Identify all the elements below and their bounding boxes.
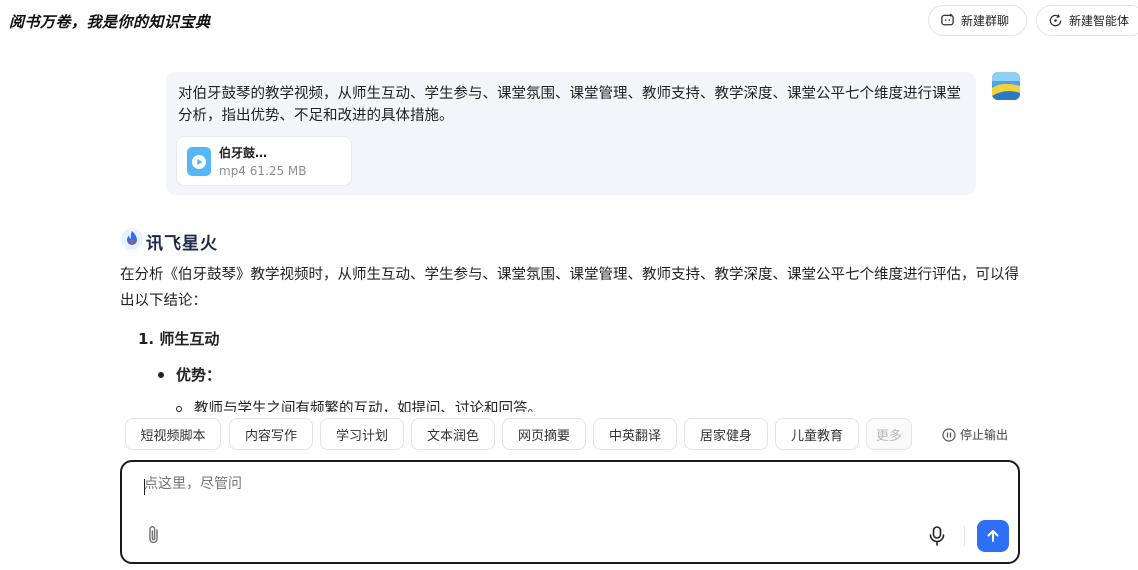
divider [964, 526, 965, 546]
new-agent-label: 新建智能体 [1069, 14, 1130, 28]
attach-icon[interactable] [144, 524, 164, 546]
attached-file-card[interactable]: 伯牙鼓… mp4 61.25 MB [176, 136, 352, 186]
new-group-chat-label: 新建群聊 [961, 14, 1010, 28]
chat-input[interactable] [144, 476, 744, 492]
file-meta: mp4 61.25 MB [219, 164, 307, 178]
answer-intro: 在分析《伯牙鼓琴》教学视频时，从师生互动、学生参与、课堂氛围、课堂管理、教师支持… [120, 267, 1019, 309]
chat-input-box [120, 460, 1020, 564]
chip-text-polish[interactable]: 文本润色 [411, 418, 495, 450]
stop-output-label: 停止输出 [960, 428, 1009, 442]
sub-bullet-text: 教师与学生之间有频繁的互动，如提问、讨论和回答。 [194, 401, 542, 412]
send-button[interactable] [977, 520, 1009, 552]
chip-home-fitness[interactable]: 居家健身 [684, 418, 768, 450]
video-file-icon [187, 147, 211, 176]
file-name: 伯牙鼓… [219, 146, 268, 160]
user-avatar[interactable] [992, 72, 1020, 100]
bullet-dot-icon [158, 372, 164, 378]
answer-sub-item: 教师与学生之间有频繁的互动，如提问、讨论和回答。 [176, 396, 542, 412]
agent-icon [1047, 13, 1063, 29]
chip-more[interactable]: 更多 [866, 418, 912, 450]
bullet-text: 优势： [176, 366, 222, 384]
arrow-up-icon [985, 528, 1001, 544]
chip-content-writing[interactable]: 内容写作 [229, 418, 313, 450]
chip-web-summary[interactable]: 网页摘要 [502, 418, 586, 450]
pause-icon [942, 427, 956, 442]
user-message-bubble: 对伯牙鼓琴的教学视频，从师生互动、学生参与、课堂氛围、课堂管理、教师支持、教学深… [166, 72, 976, 195]
answer-list-item: 1. 师生互动 [138, 330, 220, 348]
chip-child-education[interactable]: 儿童教育 [775, 418, 859, 450]
sub-bullet-icon [176, 406, 182, 412]
answer-bullet-item: 优势： [158, 362, 221, 388]
assistant-answer: 在分析《伯牙鼓琴》教学视频时，从师生互动、学生参与、课堂氛围、课堂管理、教师支持… [120, 262, 1020, 412]
chip-study-plan[interactable]: 学习计划 [320, 418, 404, 450]
spark-logo-icon [120, 227, 144, 255]
brand-name: 讯飞星火 [146, 233, 218, 254]
page-title: 阅书万卷，我是你的知识宝典 [9, 13, 211, 31]
new-group-chat-button[interactable]: 新建群聊 [928, 5, 1027, 36]
group-chat-icon [939, 13, 955, 29]
user-message-text: 对伯牙鼓琴的教学视频，从师生互动、学生参与、课堂氛围、课堂管理、教师支持、教学深… [178, 86, 961, 124]
new-agent-button[interactable]: 新建智能体 [1036, 5, 1138, 36]
microphone-icon[interactable] [927, 525, 947, 547]
assistant-brand: 讯飞星火 [120, 228, 218, 254]
chip-translate[interactable]: 中英翻译 [593, 418, 677, 450]
stop-output-button[interactable]: 停止输出 [942, 426, 1008, 443]
chip-short-video-script[interactable]: 短视频脚本 [125, 418, 221, 450]
